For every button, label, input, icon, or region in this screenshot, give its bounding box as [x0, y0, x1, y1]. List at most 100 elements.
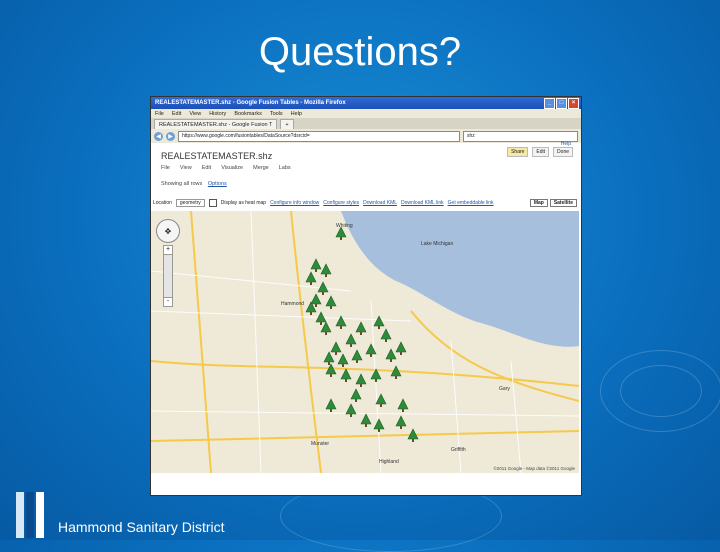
configure-info-window-link[interactable]: Configure info window — [270, 200, 319, 206]
property-marker-icon[interactable] — [310, 258, 322, 272]
fusion-tables-page: Help Share Edit Done REALESTATEMASTER.sh… — [151, 141, 581, 473]
property-marker-icon[interactable] — [320, 321, 332, 335]
doc-menu-labs[interactable]: Labs — [279, 165, 291, 171]
map-label-hammond: Hammond — [281, 301, 305, 307]
options-link[interactable]: Options — [208, 181, 227, 187]
browser-tab[interactable]: REALESTATEMASTER.shz - Google Fusion T — [154, 119, 278, 129]
property-marker-icon[interactable] — [380, 328, 392, 342]
property-marker-icon[interactable] — [373, 315, 385, 329]
forward-arrow-icon[interactable]: ▶ — [166, 131, 175, 141]
property-marker-icon[interactable] — [395, 341, 407, 355]
property-marker-icon[interactable] — [355, 321, 367, 335]
window-titlebar: REALESTATEMASTER.shz - Google Fusion Tab… — [151, 97, 581, 109]
menu-item-bookmarks[interactable]: Bookmarks — [234, 111, 262, 117]
ripple-decoration — [620, 365, 702, 417]
menu-item-history[interactable]: History — [209, 111, 226, 117]
property-marker-icon[interactable] — [315, 311, 327, 325]
property-marker-icon[interactable] — [355, 373, 367, 387]
map-type-map-button[interactable]: Map — [529, 199, 548, 207]
property-marker-icon[interactable] — [350, 388, 362, 402]
map-controls-row: Location geometry Display as heat map Co… — [153, 198, 577, 208]
heatmap-label: Display as heat map — [220, 200, 267, 206]
property-marker-icon[interactable] — [340, 368, 352, 382]
property-marker-icon[interactable] — [325, 398, 337, 412]
property-marker-icon[interactable] — [390, 365, 402, 379]
menu-item-file[interactable]: File — [155, 111, 164, 117]
doc-menu-merge[interactable]: Merge — [253, 165, 269, 171]
property-marker-icon[interactable] — [351, 349, 363, 363]
navigation-bar: ◀ ▶ https://www.google.com/fusiontables/… — [151, 129, 581, 143]
property-marker-icon[interactable] — [407, 428, 419, 442]
document-menu: File View Edit Visualize Merge Labs — [161, 165, 291, 171]
zoom-in-button[interactable]: + — [164, 246, 172, 255]
map-type-satellite-button[interactable]: Satellite — [549, 199, 577, 207]
slide-footer: Hammond Sanitary District — [58, 519, 225, 535]
location-label: Location — [153, 200, 172, 206]
configure-styles-link[interactable]: Configure styles — [323, 200, 359, 206]
property-marker-icon[interactable] — [337, 353, 349, 367]
row-filter-status: Showing all rows Options — [161, 181, 227, 187]
showing-text: Showing all rows — [161, 181, 203, 187]
district-logo — [12, 492, 52, 538]
doc-menu-visualize[interactable]: Visualize — [221, 165, 243, 171]
property-marker-icon[interactable] — [320, 263, 332, 277]
map-label-lake: Lake Michigan — [421, 241, 454, 247]
property-marker-icon[interactable] — [323, 351, 335, 365]
tab-label: REALESTATEMASTER.shz - Google Fusion T — [159, 121, 273, 128]
minimize-icon[interactable]: _ — [544, 97, 555, 109]
property-marker-icon[interactable] — [385, 348, 397, 362]
window-title: REALESTATEMASTER.shz - Google Fusion Tab… — [155, 100, 346, 106]
map-label-griffith: Griffith — [451, 447, 466, 453]
tab-bar: REALESTATEMASTER.shz - Google Fusion T + — [151, 118, 581, 129]
property-marker-icon[interactable] — [335, 315, 347, 329]
maximize-icon[interactable]: □ — [556, 97, 567, 109]
property-marker-icon[interactable] — [330, 341, 342, 355]
property-marker-icon[interactable] — [325, 295, 337, 309]
menu-item-edit[interactable]: Edit — [172, 111, 181, 117]
doc-menu-edit[interactable]: Edit — [202, 165, 211, 171]
map-label-gary: Gary — [499, 386, 510, 392]
zoom-out-button[interactable]: - — [164, 297, 172, 306]
map-copyright: ©2011 Google - Map data ©2011 Google — [493, 466, 575, 471]
zoom-control: + - — [163, 245, 173, 307]
menu-bar: File Edit View History Bookmarks Tools H… — [151, 109, 581, 118]
property-marker-icon[interactable] — [397, 398, 409, 412]
browser-screenshot: REALESTATEMASTER.shz - Google Fusion Tab… — [150, 96, 582, 496]
pan-control-icon[interactable]: ✥ — [156, 219, 180, 243]
url-input[interactable]: https://www.google.com/fusiontables/Data… — [178, 130, 460, 142]
embeddable-link[interactable]: Get embeddable link — [448, 200, 494, 206]
property-marker-icon[interactable] — [317, 281, 329, 295]
done-button[interactable]: Done — [553, 147, 573, 157]
doc-menu-view[interactable]: View — [180, 165, 192, 171]
menu-item-view[interactable]: View — [189, 111, 201, 117]
top-actions: Share Edit Done — [507, 147, 573, 157]
property-marker-icon[interactable] — [373, 418, 385, 432]
doc-menu-file[interactable]: File — [161, 165, 170, 171]
new-tab-button[interactable]: + — [280, 119, 294, 129]
property-marker-icon[interactable] — [375, 393, 387, 407]
property-marker-icon[interactable] — [395, 415, 407, 429]
map-label-highland: Highland — [379, 459, 399, 465]
document-title: REALESTATEMASTER.shz — [161, 151, 273, 161]
location-select[interactable]: geometry — [175, 199, 205, 207]
close-icon[interactable]: × — [568, 97, 579, 109]
property-marker-icon[interactable] — [360, 413, 372, 427]
property-marker-icon[interactable] — [345, 333, 357, 347]
search-input[interactable]: shz — [463, 130, 578, 142]
download-kml-network-link[interactable]: Download KML link — [401, 200, 444, 206]
property-marker-icon[interactable] — [325, 363, 337, 377]
map-view[interactable]: ✥ + - Lake Michigan Whiting Hammond Muns… — [151, 211, 579, 473]
heatmap-checkbox[interactable] — [208, 199, 217, 207]
marker-layer — [305, 226, 419, 442]
share-button[interactable]: Share — [507, 147, 529, 157]
property-marker-icon[interactable] — [305, 271, 317, 285]
edit-button[interactable]: Edit — [532, 147, 550, 157]
download-kml-link[interactable]: Download KML — [363, 200, 397, 206]
property-marker-icon[interactable] — [345, 403, 357, 417]
property-marker-icon[interactable] — [365, 343, 377, 357]
property-marker-icon[interactable] — [370, 368, 382, 382]
back-arrow-icon[interactable]: ◀ — [154, 131, 163, 141]
menu-item-tools[interactable]: Tools — [270, 111, 283, 117]
menu-item-help[interactable]: Help — [291, 111, 302, 117]
map-label-whiting: Whiting — [336, 223, 353, 229]
